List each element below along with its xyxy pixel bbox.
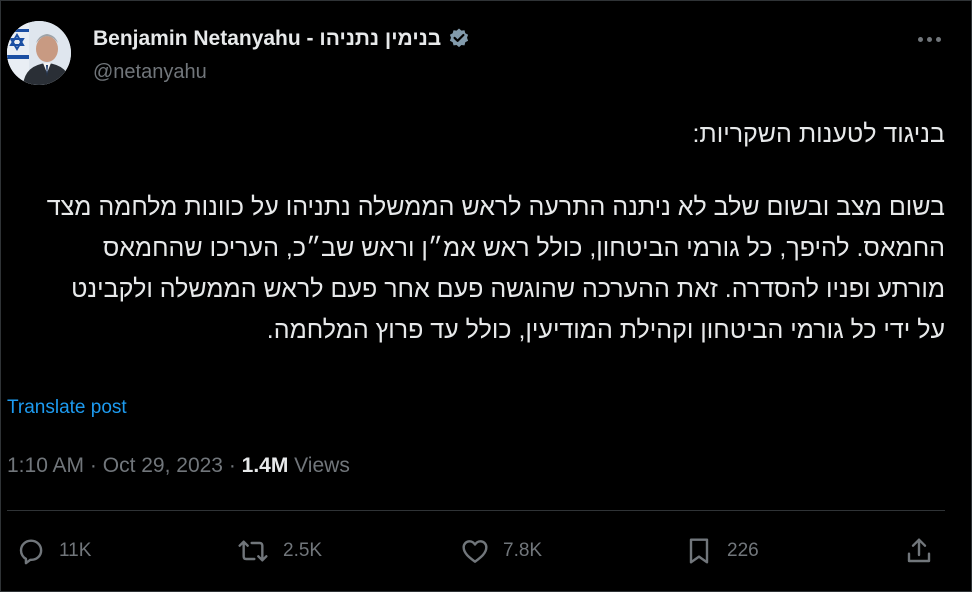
bookmark-count: 226 bbox=[727, 540, 759, 561]
heart-icon bbox=[462, 540, 488, 563]
views-label: Views bbox=[288, 454, 350, 477]
post-paragraph: בניגוד לטענות השקריות: bbox=[692, 120, 945, 148]
more-dot-icon bbox=[926, 36, 932, 42]
reply-button[interactable]: 11K bbox=[15, 533, 91, 569]
reply-icon bbox=[19, 539, 43, 565]
repost-count: 2.5K bbox=[283, 540, 323, 561]
share-icon bbox=[907, 538, 931, 563]
post-paragraph: בשום מצב ובשום שלב לא ניתנה התרעה לראש ה… bbox=[46, 193, 945, 344]
divider bbox=[7, 510, 945, 511]
post-time[interactable]: 1:10 AM bbox=[7, 454, 84, 477]
repost-button[interactable]: 2.5K bbox=[235, 533, 322, 569]
bookmark-button[interactable]: 226 bbox=[683, 533, 759, 569]
bookmark-icon bbox=[689, 538, 709, 564]
like-count: 7.8K bbox=[503, 540, 543, 561]
post-text: בניגוד לטענות השקריות: בשום מצב ובשום של… bbox=[41, 114, 945, 351]
views-count: 1.4M bbox=[241, 454, 289, 477]
author-handle[interactable]: @netanyahu bbox=[93, 61, 207, 84]
author-display-name[interactable]: Benjamin Netanyahu - בנימין נתניהו bbox=[93, 27, 441, 51]
repost-icon bbox=[238, 540, 268, 562]
more-dot-icon bbox=[935, 36, 941, 42]
post-meta: 1:10 AM · Oct 29, 2023 · 1.4M Views bbox=[7, 454, 350, 478]
translate-post-link[interactable]: Translate post bbox=[7, 397, 127, 419]
like-button[interactable]: 7.8K bbox=[459, 533, 542, 569]
avatar[interactable] bbox=[7, 21, 71, 85]
more-dot-icon bbox=[917, 36, 923, 42]
avatar-image bbox=[7, 21, 71, 85]
author-name-row[interactable]: Benjamin Netanyahu - בנימין נתניהו bbox=[93, 27, 471, 51]
post-date[interactable]: Oct 29, 2023 bbox=[103, 454, 223, 477]
meta-separator: · bbox=[84, 454, 103, 477]
reply-count: 11K bbox=[59, 540, 92, 561]
meta-separator: · bbox=[222, 454, 242, 477]
more-options-button[interactable] bbox=[913, 25, 945, 53]
post-card: Benjamin Netanyahu - בנימין נתניהו @neta… bbox=[0, 0, 972, 592]
verified-badge-icon bbox=[447, 27, 471, 51]
share-button[interactable] bbox=[903, 533, 935, 569]
